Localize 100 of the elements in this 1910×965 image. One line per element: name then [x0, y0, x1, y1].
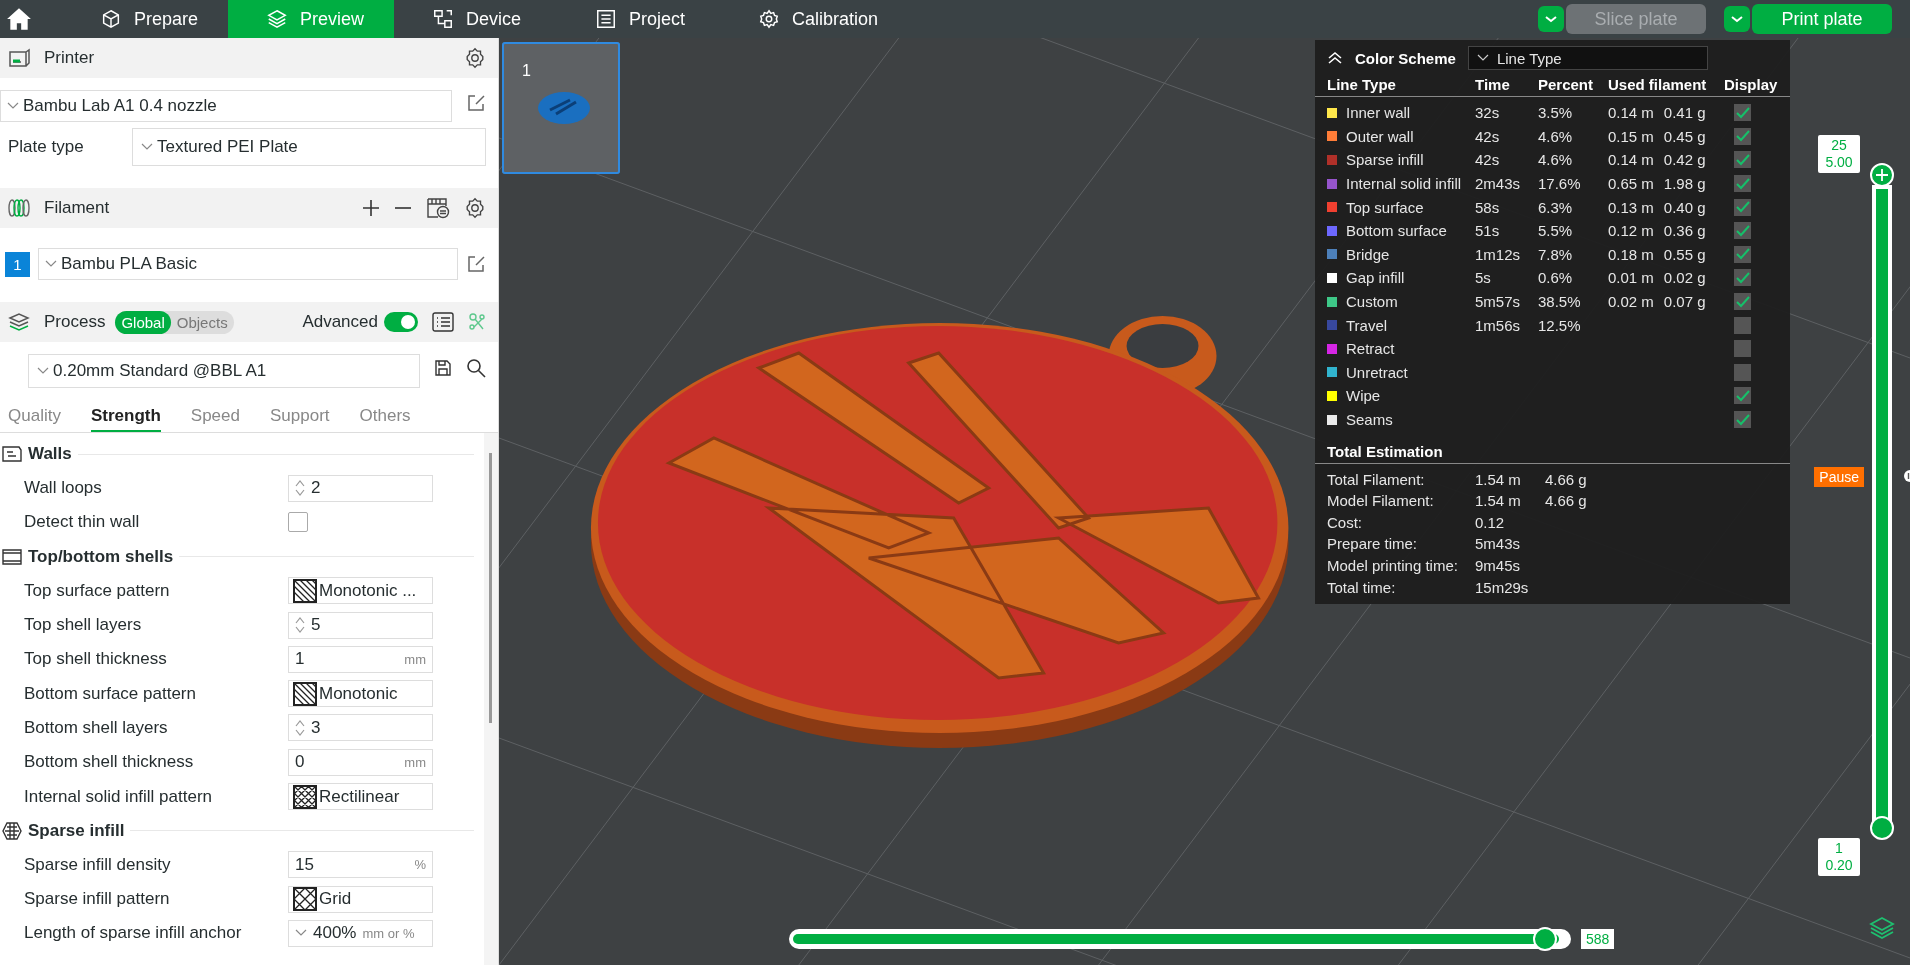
display-checkbox[interactable]	[1734, 175, 1751, 193]
layer-handle[interactable]	[1870, 163, 1894, 187]
display-checkbox[interactable]	[1734, 340, 1751, 358]
device-icon	[432, 8, 455, 30]
percent-cell: 12.5%	[1538, 316, 1581, 334]
top-tab[interactable]: Device	[394, 0, 558, 38]
percent-cell: 17.6%	[1538, 175, 1581, 193]
process-preset-dropdown[interactable]: 0.20mm Standard @BBL A1	[28, 354, 420, 388]
top-tab[interactable]: Calibration	[720, 0, 909, 38]
layer-handle[interactable]	[1870, 816, 1894, 840]
number-input[interactable]: 3	[288, 714, 433, 742]
total-label: Total time:	[1327, 578, 1397, 596]
edit-icon[interactable]	[466, 254, 486, 274]
line-type-name: Internal solid infill	[1346, 175, 1462, 193]
printer-dropdown[interactable]: Bambu Lab A1 0.4 nozzle	[0, 90, 452, 122]
display-checkbox[interactable]	[1734, 387, 1751, 405]
filament-icon	[8, 198, 30, 218]
spinner-arrows-icon[interactable]	[295, 616, 305, 635]
filament-slot-number[interactable]: 1	[5, 251, 30, 277]
group-title: Walls	[28, 444, 72, 464]
length-cell: 0.01 m	[1608, 269, 1654, 287]
setting-label: Bottom surface pattern	[24, 683, 197, 704]
weight-cell: 0.45 g	[1663, 127, 1706, 145]
pattern-dropdown[interactable]: Rectilinear	[288, 783, 433, 810]
crosshatch-pattern-icon	[293, 784, 317, 809]
top-tab[interactable]: Prepare	[62, 0, 229, 38]
spinner-arrows-icon[interactable]	[295, 718, 305, 737]
layers-icon[interactable]	[1869, 916, 1895, 940]
setting-label: Wall loops	[24, 478, 103, 499]
spinner-arrows-icon[interactable]	[295, 479, 305, 498]
collapse-icon[interactable]	[1327, 51, 1343, 65]
settings-icon[interactable]	[464, 47, 486, 69]
display-checkbox[interactable]	[1734, 316, 1751, 334]
percent-cell: 5.5%	[1538, 222, 1573, 240]
time-cell: 58s	[1475, 198, 1500, 216]
total-value: 4.66 g	[1545, 492, 1588, 510]
display-checkbox[interactable]	[1734, 104, 1751, 122]
plate-type-dropdown[interactable]: Textured PEI Plate	[132, 128, 486, 166]
filament-dropdown[interactable]: Bambu PLA Basic	[38, 248, 458, 280]
checkbox[interactable]	[288, 512, 308, 533]
list-icon	[595, 8, 618, 30]
percent-cell: 6.3%	[1538, 198, 1573, 216]
total-label: Total Filament:	[1327, 470, 1426, 488]
time-cell: 42s	[1475, 127, 1500, 145]
number-input[interactable]: 15 %	[288, 851, 433, 879]
settings-tab[interactable]: Support	[270, 402, 330, 432]
list-icon[interactable]	[432, 312, 454, 332]
percent-cell: 38.5%	[1538, 293, 1581, 311]
line-type-name: Retract	[1346, 340, 1395, 358]
total-label: Cost:	[1327, 513, 1363, 531]
display-checkbox[interactable]	[1734, 222, 1751, 240]
home-icon[interactable]	[6, 6, 32, 32]
display-checkbox[interactable]	[1734, 198, 1751, 216]
time-cell: 51s	[1475, 222, 1500, 240]
dropdown-caret-icon[interactable]	[1538, 6, 1564, 32]
total-value: 5m43s	[1475, 535, 1522, 553]
filament-sync-icon[interactable]	[426, 197, 450, 219]
display-checkbox[interactable]	[1734, 411, 1751, 428]
number-input[interactable]: 1 mm	[288, 645, 433, 673]
pattern-dropdown[interactable]: Monotonic ...	[288, 577, 433, 605]
display-checkbox[interactable]	[1734, 293, 1751, 311]
top-tab[interactable]: Project	[557, 0, 721, 38]
edit-icon[interactable]	[466, 93, 486, 113]
weight-cell: 0.42 g	[1663, 151, 1706, 169]
settings-tab[interactable]: Speed	[190, 402, 240, 432]
display-checkbox[interactable]	[1734, 269, 1751, 287]
settings-icon[interactable]	[464, 197, 486, 219]
line-type-name: Outer wall	[1346, 127, 1414, 145]
color-scheme-dropdown[interactable]: Line Type	[1467, 46, 1708, 70]
plus-icon[interactable]	[362, 199, 380, 217]
display-checkbox[interactable]	[1734, 245, 1751, 263]
pattern-dropdown[interactable]: Grid	[288, 885, 433, 913]
cube-icon	[100, 8, 122, 30]
value-dropdown[interactable]: 400% mm or %	[288, 919, 433, 947]
save-icon[interactable]	[434, 359, 452, 377]
display-checkbox[interactable]	[1734, 127, 1751, 145]
advanced-toggle[interactable]	[384, 312, 418, 332]
setting-label: Bottom shell layers	[24, 717, 169, 738]
number-input[interactable]: 0 mm	[288, 748, 433, 776]
column-header: Line Type	[1327, 76, 1397, 93]
number-input[interactable]: 2	[288, 474, 433, 502]
settings-tab[interactable]: Others	[359, 402, 411, 432]
length-cell: 0.14 m	[1608, 104, 1654, 122]
number-input[interactable]: 5	[288, 611, 433, 639]
weight-cell: 0.41 g	[1663, 104, 1706, 122]
move-slider-handle[interactable]	[1533, 927, 1558, 951]
settings-tab[interactable]: Quality	[8, 402, 61, 432]
column-header: Time	[1475, 76, 1511, 93]
line-type-name: Gap infill	[1346, 269, 1405, 287]
total-value: 1.54 m	[1475, 492, 1522, 510]
grid-pattern-icon	[293, 887, 317, 912]
dropdown-caret-icon[interactable]	[1724, 6, 1750, 32]
display-checkbox[interactable]	[1734, 151, 1751, 169]
settings-tab[interactable]: Strength	[90, 402, 161, 432]
plate-thumbnail[interactable]: 1	[502, 42, 620, 174]
search-icon[interactable]	[466, 358, 486, 378]
chevron-down-icon	[1476, 54, 1489, 62]
pattern-dropdown[interactable]: Monotonic	[288, 680, 433, 708]
column-header: Display	[1724, 76, 1779, 93]
display-checkbox[interactable]	[1734, 363, 1751, 381]
